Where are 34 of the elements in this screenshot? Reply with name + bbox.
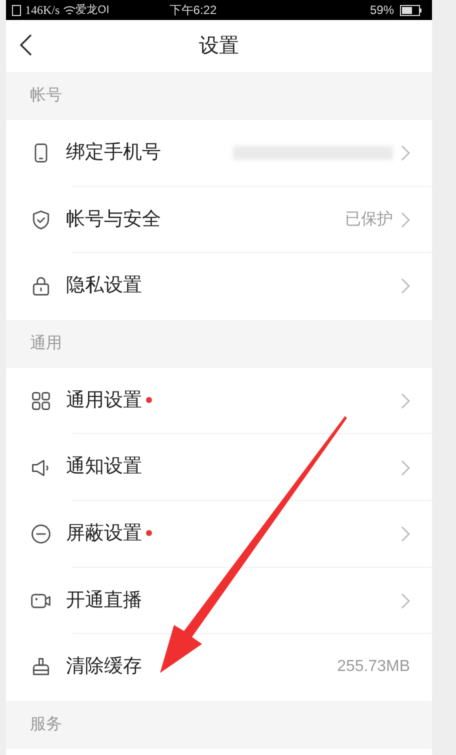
back-icon (20, 34, 32, 56)
section-title: 帐号 (30, 86, 62, 106)
lock-icon (30, 275, 52, 298)
row-label: 屏蔽设置 (66, 522, 142, 546)
section-title: 服务 (30, 714, 62, 735)
section-title: 通用 (30, 334, 62, 354)
back-button[interactable] (20, 34, 32, 56)
chevron-right-icon (401, 592, 410, 609)
chevron-right-icon (401, 278, 410, 294)
row-label: 清除缓存 (66, 655, 142, 680)
shield-icon (30, 208, 52, 231)
wifi-icon (62, 4, 76, 16)
row-value: 255.73MB (337, 657, 410, 678)
grid-icon (30, 390, 52, 412)
battery-icon (400, 4, 422, 16)
sim-icon (12, 4, 21, 16)
row-label: 绑定手机号 (66, 141, 161, 166)
battery-percent: 59% (370, 2, 394, 19)
chevron-right-icon (401, 526, 410, 542)
row-label: 通用设置 (66, 388, 142, 413)
status-time: 下午6:22 (169, 2, 217, 19)
network-speed: 146K/s (25, 2, 60, 19)
chevron-right-icon (401, 212, 410, 228)
chevron-right-icon (401, 460, 410, 476)
row-value: 已保护 (345, 210, 393, 230)
carrier-name: 爱龙OI (76, 2, 110, 18)
row-label: 通知设置 (66, 455, 142, 480)
row-label: 帐号与安全 (66, 208, 161, 232)
chevron-right-icon (401, 393, 410, 410)
page-title: 设置 (199, 34, 239, 59)
row-label: 隐私设置 (66, 274, 142, 298)
row-label: 开通直播 (66, 588, 142, 613)
minus-circle-icon (30, 523, 52, 546)
chevron-right-icon (401, 145, 410, 162)
